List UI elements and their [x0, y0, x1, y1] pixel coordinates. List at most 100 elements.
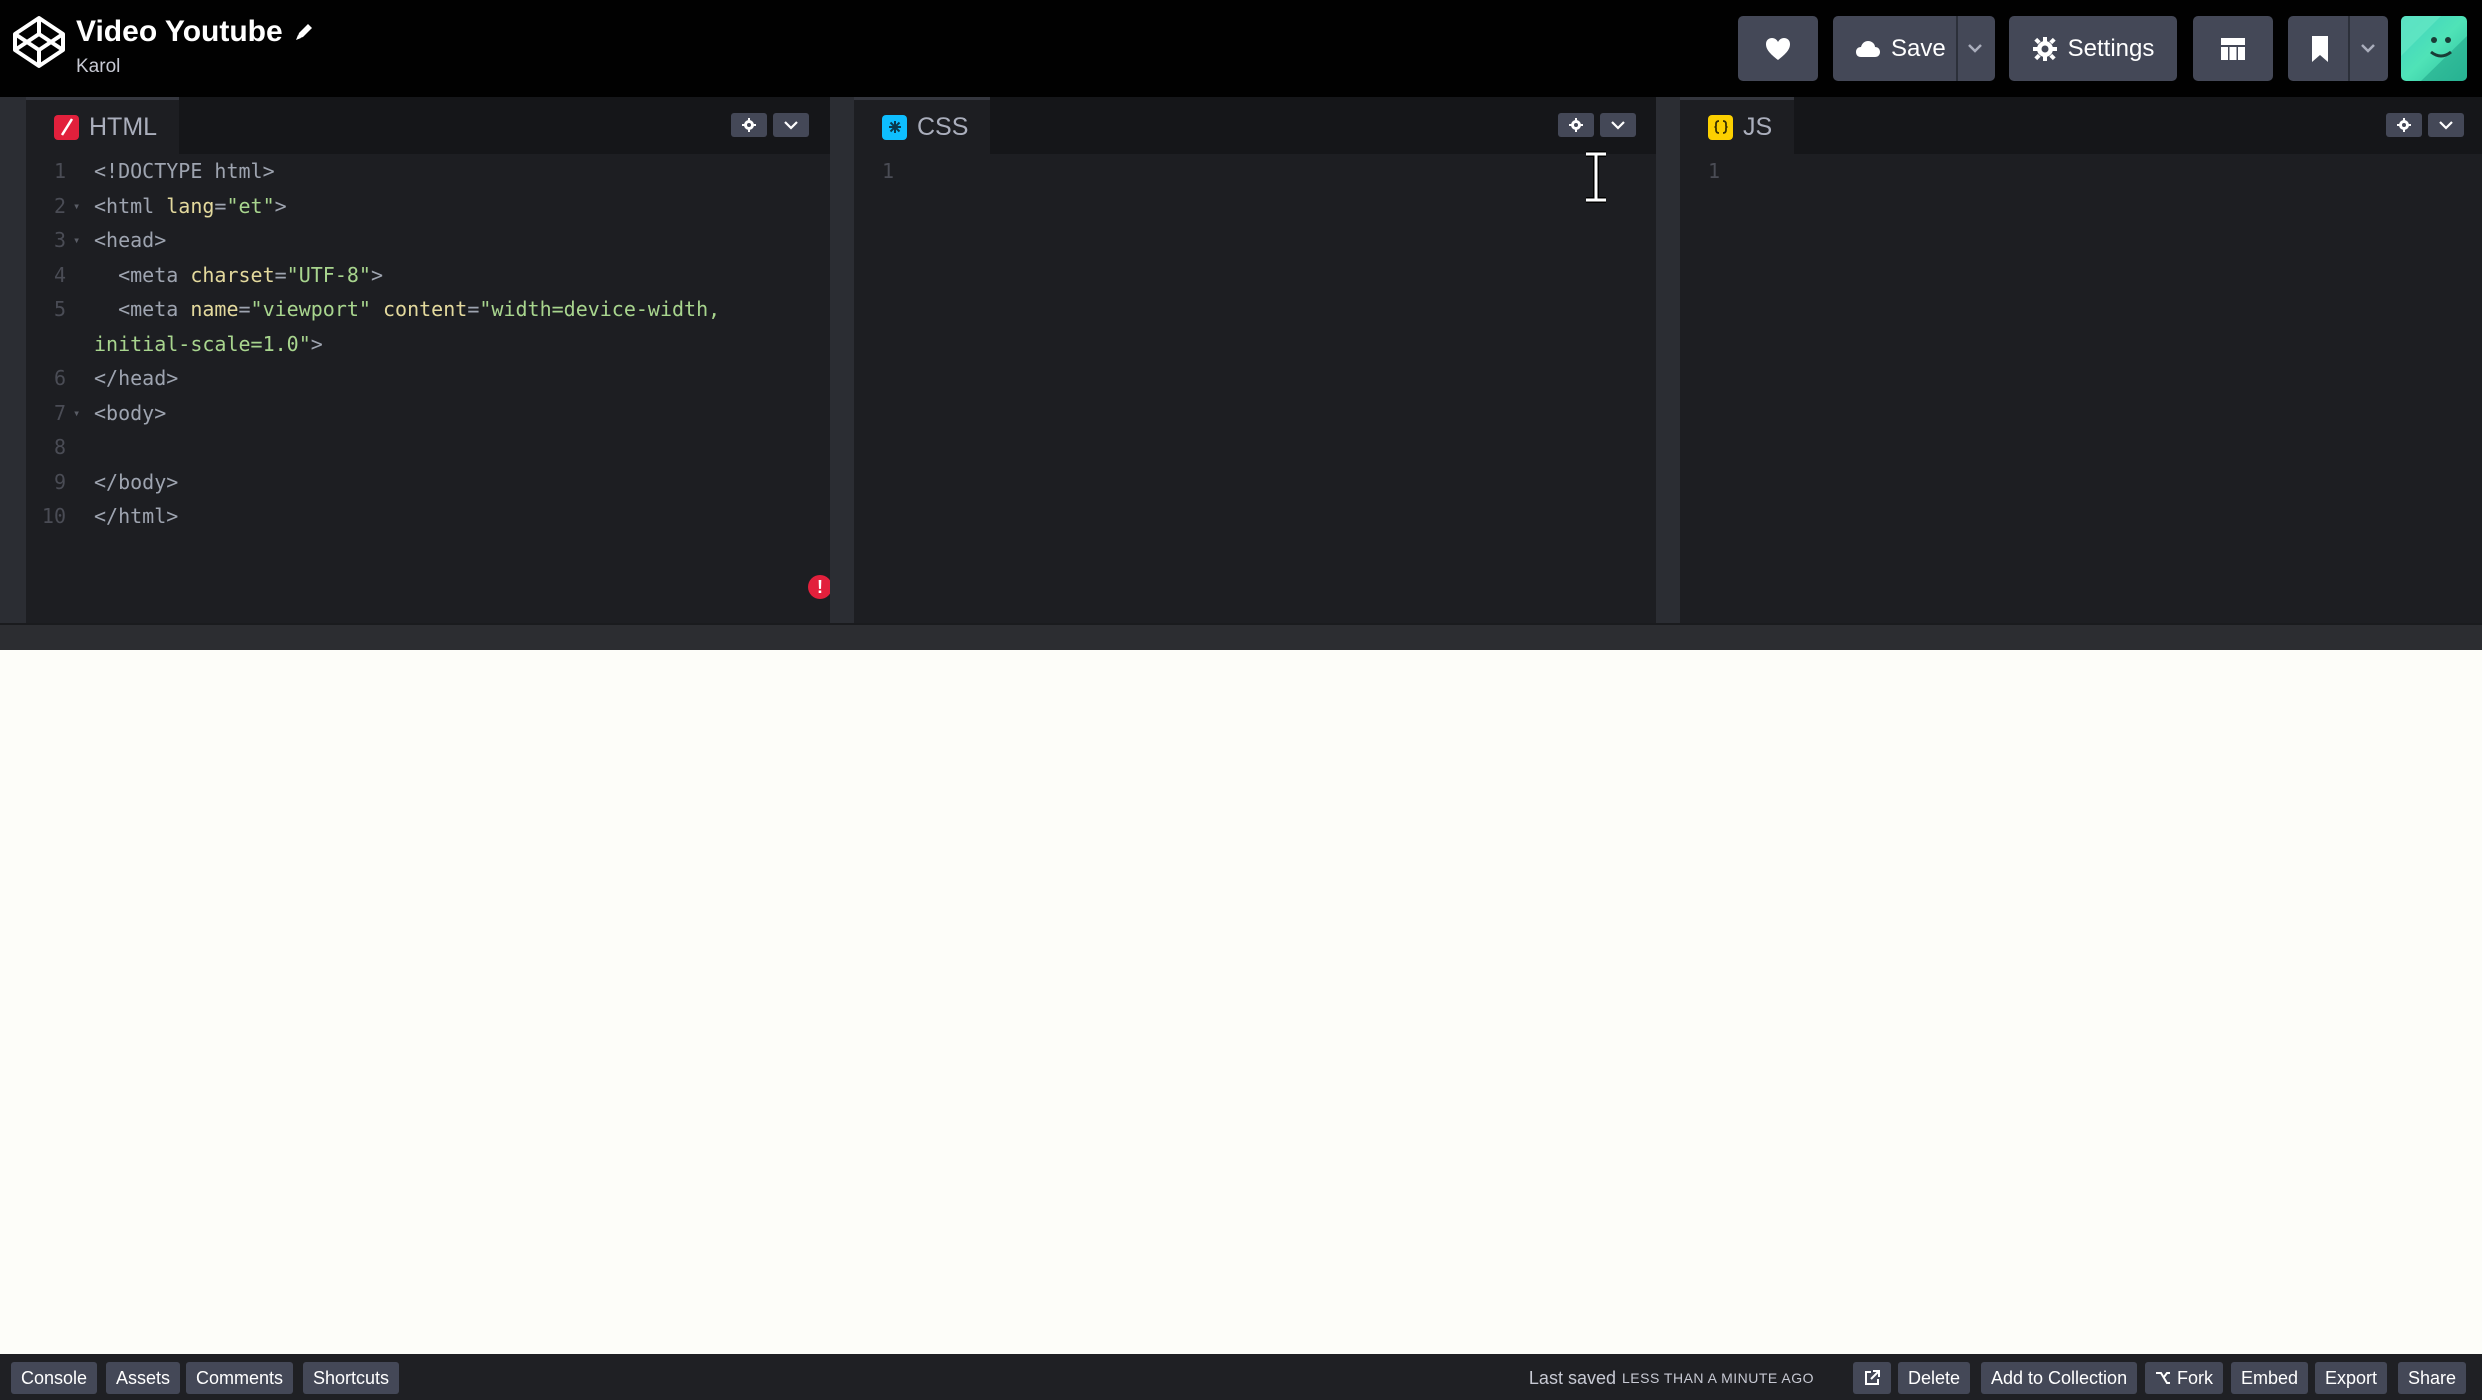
code-line[interactable]: 4 <meta charset="UTF-8"> — [26, 258, 830, 292]
code-text: <head> — [94, 223, 166, 257]
code-token: <meta — [94, 297, 191, 321]
save-button[interactable]: Save — [1891, 35, 1946, 63]
code-text: <html lang="et"> — [94, 189, 287, 223]
code-line[interactable]: 2 ▾ <html lang="et"> — [26, 189, 830, 223]
code-line[interactable]: 1 <!DOCTYPE html> — [26, 154, 830, 188]
code-token: content — [383, 297, 468, 321]
error-icon[interactable]: ! — [808, 575, 832, 599]
assets-button[interactable]: Assets — [106, 1362, 181, 1394]
js-editor: JS 1 — [1680, 97, 2482, 623]
fork-button[interactable]: Fork — [2145, 1362, 2223, 1394]
bookmark-icon[interactable] — [2310, 35, 2330, 63]
fold-arrow-icon[interactable]: ▾ — [73, 396, 80, 430]
pen-title[interactable]: Video Youtube — [76, 14, 315, 50]
chevron-down-icon[interactable] — [2359, 41, 2377, 55]
code-token: </body> — [94, 469, 179, 494]
settings-button[interactable]: Settings — [2009, 16, 2177, 81]
code-line[interactable]: 3 ▾ <head> — [26, 223, 830, 257]
code-token: name — [190, 297, 239, 321]
css-collapse-button[interactable] — [1600, 113, 1636, 137]
line-number: 9 — [53, 469, 66, 494]
line-number: 1 — [53, 159, 66, 183]
add-to-collection-button[interactable]: Add to Collection — [1981, 1362, 2138, 1394]
share-button[interactable]: Share — [2398, 1362, 2467, 1394]
line-number: 4 — [53, 262, 66, 287]
chevron-down-icon — [1611, 121, 1625, 130]
tab-css-label: CSS — [917, 112, 969, 141]
avatar[interactable] — [2401, 16, 2467, 81]
pen-author[interactable]: Karol — [76, 56, 315, 78]
gear-icon — [742, 118, 756, 132]
heart-icon — [1766, 37, 1790, 60]
html-code-area[interactable]: 1 <!DOCTYPE html> 2 ▾ <html lang="et"> 3 ▾ <hea… — [26, 154, 830, 623]
editor-resizer-2[interactable] — [1656, 97, 1680, 623]
html-collapse-button[interactable] — [773, 113, 809, 137]
js-editor-header — [1680, 97, 2482, 154]
result-preview[interactable] — [0, 650, 2482, 1354]
code-line[interactable]: 7 ▾ <body> — [26, 396, 830, 430]
css-code-area[interactable]: 1 — [854, 154, 1656, 623]
shortcuts-button[interactable]: Shortcuts — [303, 1362, 400, 1394]
last-saved-time: LESS THAN A MINUTE AGO — [1621, 1370, 1814, 1386]
tab-js[interactable]: JS — [1680, 97, 1795, 154]
tab-css[interactable]: CSS — [854, 97, 991, 154]
code-line[interactable]: 9 </body> — [26, 465, 830, 499]
line-number: 10 — [41, 504, 66, 528]
codepen-logo-icon[interactable] — [11, 14, 67, 70]
preview-resizer[interactable] — [0, 623, 2482, 650]
code-token: <!DOCTYPE html> — [94, 159, 275, 183]
cloud-icon — [1856, 40, 1880, 57]
footer-bar: Console Assets Comments Shortcuts Last s… — [0, 1354, 2482, 1400]
gear-icon — [1569, 118, 1583, 132]
gear-icon — [2397, 118, 2411, 132]
settings-label: Settings — [2067, 34, 2155, 62]
tab-js-label: JS — [1743, 112, 1773, 141]
editor-resizer-left[interactable] — [0, 97, 26, 623]
code-line[interactable]: 6 </head> — [26, 361, 830, 395]
css-settings-button[interactable] — [1558, 113, 1594, 137]
export-button[interactable]: Export — [2315, 1362, 2388, 1394]
js-icon — [1708, 114, 1733, 140]
love-button[interactable] — [1738, 16, 1818, 81]
js-code-area[interactable]: 1 — [1680, 154, 2482, 623]
code-line[interactable]: 1 — [1680, 154, 2482, 188]
code-line[interactable]: 5 <meta name="viewport" content="width=d… — [26, 292, 830, 326]
pen-title-text[interactable]: Video Youtube — [76, 15, 283, 49]
code-text: </head> — [94, 361, 178, 395]
code-token: > — [274, 193, 287, 218]
code-token: = — [214, 193, 227, 218]
code-line[interactable]: initial-scale=1.0"> — [26, 327, 830, 361]
pencil-icon[interactable] — [293, 21, 315, 43]
code-token: charset — [190, 262, 275, 287]
js-settings-button[interactable] — [2386, 113, 2422, 137]
comments-button[interactable]: Comments — [186, 1362, 294, 1394]
fold-arrow-icon[interactable]: ▾ — [73, 189, 80, 223]
code-line[interactable]: 1 — [854, 154, 1656, 188]
chevron-down-icon[interactable] — [1966, 41, 1984, 55]
code-token: "et" — [226, 193, 275, 218]
html-settings-button[interactable] — [731, 113, 767, 137]
editor-resizer-1[interactable] — [830, 97, 854, 623]
console-button[interactable]: Console — [11, 1362, 98, 1394]
line-number: 6 — [53, 366, 66, 390]
html-editor: HTML 1 <!DOCTYPE html> 2 ▾ <html lang="et"> 3… — [26, 97, 853, 623]
delete-button[interactable]: Delete — [1898, 1362, 1971, 1394]
chevron-down-icon — [2439, 121, 2453, 130]
code-line[interactable]: 10 </html> — [26, 499, 830, 533]
line-number: 5 — [53, 297, 66, 321]
change-view-button[interactable] — [2193, 16, 2273, 81]
fold-arrow-icon[interactable]: ▾ — [73, 223, 80, 257]
external-link-icon — [1865, 1370, 1880, 1385]
css-editor: CSS 1 — [854, 97, 1656, 623]
gear-icon — [2032, 36, 2057, 61]
code-token: = — [238, 297, 251, 321]
open-external-button[interactable] — [1853, 1362, 1891, 1394]
embed-button[interactable]: Embed — [2231, 1362, 2309, 1394]
code-token: = — [467, 297, 480, 321]
tab-html[interactable]: HTML — [26, 97, 180, 154]
save-button-group: Save — [1833, 16, 1995, 81]
line-number: 7 — [53, 400, 66, 425]
js-collapse-button[interactable] — [2428, 113, 2464, 137]
code-line[interactable]: 8 — [26, 430, 830, 464]
